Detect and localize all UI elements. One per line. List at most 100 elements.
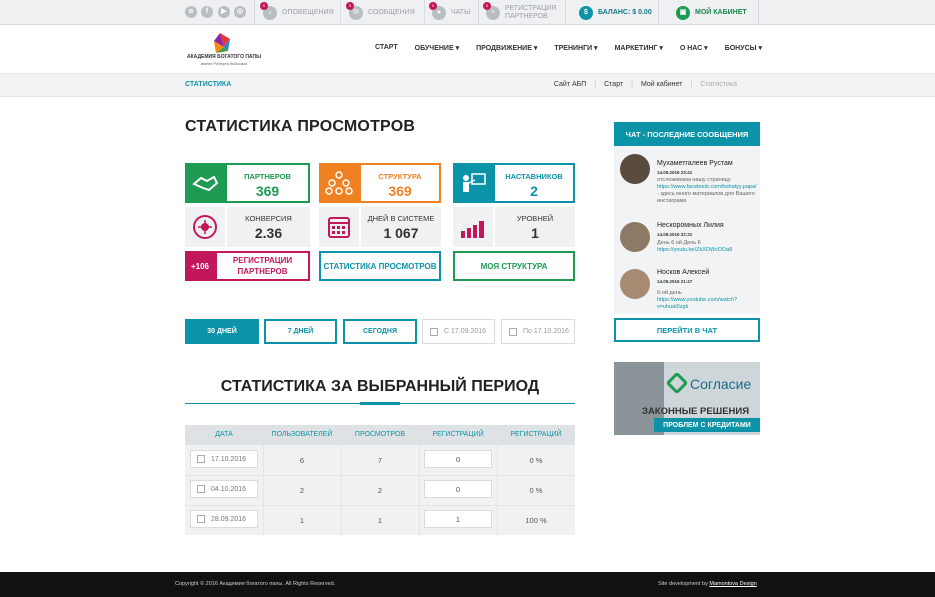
breadcrumb-site[interactable]: Сайт АБП bbox=[554, 81, 586, 88]
cabinet-icon: ▣ bbox=[676, 5, 690, 20]
handshake-icon bbox=[185, 163, 225, 203]
days-label: ДНЕЙ В СИСТЕМЕ bbox=[367, 214, 435, 223]
date-from-input[interactable]: С 17.09.2016 bbox=[422, 319, 495, 344]
filter-7-days-button[interactable]: 7 ДНЕЙ bbox=[264, 319, 337, 344]
chat-link[interactable]: https://www.facebook.com/bohatyy.papa/ bbox=[657, 184, 757, 191]
cell-users: 2 bbox=[299, 486, 305, 495]
nav-promotion[interactable]: ПРОДВИЖЕНИЕ ▾ bbox=[476, 44, 537, 52]
notifications-badge: 0 bbox=[260, 1, 268, 10]
divider bbox=[758, 0, 759, 25]
chat-link[interactable]: https://www.youtube.com/watch?v=uhua0Izg… bbox=[657, 297, 755, 311]
chats-link[interactable]: ● 0 ЧАТЫ bbox=[429, 0, 471, 25]
mentors-label: НАСТАВНИКОВ bbox=[505, 172, 563, 181]
user-add-icon: +0 bbox=[483, 1, 500, 20]
breadcrumb-start[interactable]: Старт bbox=[604, 81, 623, 88]
chat-author: Носков Алексей bbox=[657, 269, 710, 276]
breadcrumb: Сайт АБП | Старт | Мой кабинет | Статистика bbox=[553, 81, 737, 88]
logo[interactable]: АКАДЕМИЯ БОГАТОГО ПАПЫ имени Роберта Кий… bbox=[184, 31, 264, 67]
balance[interactable]: $ БАЛАНС: $ 0.00 bbox=[565, 0, 658, 25]
chat-text: День 6 ой День 6 bbox=[657, 240, 701, 246]
calendar-icon bbox=[197, 485, 205, 493]
chat-date: 14.09.2016 21:47 bbox=[657, 279, 693, 284]
bar-levels-icon bbox=[453, 207, 493, 247]
period-title: СТАТИСТИКА ЗА ВЫБРАННЫЙ ПЕРИОД bbox=[220, 378, 540, 395]
page-title: СТАТИСТИКА ПРОСМОТРОВ bbox=[185, 118, 416, 135]
th-users: ПОЛЬЗОВАТЕЛЕЙ bbox=[271, 431, 333, 438]
notifications-link[interactable]: ♪ 0 ОПОВЕЩЕНИЯ bbox=[260, 0, 334, 25]
partners-stat[interactable]: ПАРТНЕРОВ 369 bbox=[225, 163, 310, 203]
go-to-chat-button[interactable]: ПЕРЕЙТИ В ЧАТ bbox=[614, 318, 760, 342]
registrations-line1: РЕГИСТРАЦИЯ bbox=[505, 4, 557, 12]
registrations-button[interactable]: РЕГИСТРАЦИИ ПАРТНЕРОВ bbox=[215, 251, 310, 281]
divider bbox=[478, 0, 479, 25]
messages-badge: 0 bbox=[346, 1, 354, 10]
dev-link[interactable]: Mamontova Design bbox=[709, 581, 756, 587]
partners-value: 369 bbox=[255, 183, 280, 199]
dev-credit: Site development by Mamontova Design bbox=[658, 581, 757, 587]
table-row-date: 28.09.2016 bbox=[190, 510, 258, 528]
registrations-link[interactable]: +0 РЕГИСТРАЦИЯ ПАРТНЕРОВ bbox=[483, 0, 557, 25]
facebook-icon[interactable]: f bbox=[201, 6, 213, 18]
mentors-value: 2 bbox=[530, 183, 538, 199]
date-to-input[interactable]: По 17.10.2016 bbox=[501, 319, 575, 344]
nav-bonuses[interactable]: БОНУСЫ ▾ bbox=[725, 44, 762, 52]
date-to-value: По 17.10.2016 bbox=[523, 328, 569, 335]
wallet-icon: $ bbox=[579, 5, 593, 20]
mentors-stat[interactable]: НАСТАВНИКОВ 2 bbox=[493, 163, 575, 203]
nav-start[interactable]: СТАРТ bbox=[375, 44, 398, 52]
avatar bbox=[620, 269, 650, 299]
chats-badge: 0 bbox=[429, 1, 437, 10]
days-value: 1 067 bbox=[383, 225, 419, 241]
vk-icon[interactable]: в bbox=[185, 6, 197, 18]
cell-views: 2 bbox=[377, 486, 383, 495]
nav-education[interactable]: ОБУЧЕНИЕ ▾ bbox=[415, 44, 459, 52]
ad-brand: Согласие bbox=[690, 376, 752, 392]
th-registrations-pct: РЕГИСТРАЦИЙ bbox=[510, 431, 562, 438]
title-accent bbox=[360, 402, 400, 405]
notifications-label: ОПОВЕЩЕНИЯ bbox=[282, 9, 334, 16]
my-structure-button[interactable]: МОЯ СТРУКТУРА bbox=[453, 251, 575, 281]
instagram-icon[interactable]: ◎ bbox=[234, 6, 246, 18]
chat-text: - здесь много материалов для Вашего инст… bbox=[657, 191, 755, 204]
th-views: ПРОСМОТРОВ bbox=[354, 431, 406, 438]
copyright: Copyright © 2016 Академия богатого папы.… bbox=[175, 581, 336, 587]
view-stats-button[interactable]: СТАТИСТИКА ПРОСМОТРОВ bbox=[319, 251, 441, 281]
calendar-icon bbox=[197, 455, 205, 463]
logo-title: АКАДЕМИЯ БОГАТОГО ПАПЫ bbox=[187, 54, 261, 60]
date-from-value: С 17.09.2016 bbox=[444, 328, 487, 335]
nav-marketing[interactable]: МАРКЕТИНГ ▾ bbox=[615, 44, 663, 52]
main-nav: СТАРТ ОБУЧЕНИЕ ▾ ПРОДВИЖЕНИЕ ▾ ТРЕНИНГИ … bbox=[375, 44, 779, 52]
divider bbox=[340, 0, 341, 25]
filter-30-days-button[interactable]: 30 ДНЕЙ bbox=[185, 319, 259, 344]
cell-users: 6 bbox=[299, 456, 305, 465]
breadcrumb-cabinet[interactable]: Мой кабинет bbox=[641, 81, 682, 88]
chat-link[interactable]: https://youtu.be/ZkXDWcDOa8 bbox=[657, 247, 755, 254]
structure-stat[interactable]: СТРУКТУРА 369 bbox=[359, 163, 441, 203]
nav-about[interactable]: О НАС ▾ bbox=[680, 44, 708, 52]
nav-trainings[interactable]: ТРЕНИНГИ ▾ bbox=[554, 44, 597, 52]
conversion-label: КОНВЕРСИЯ bbox=[245, 214, 292, 223]
youtube-icon[interactable]: ▶ bbox=[218, 6, 230, 18]
filter-today-button[interactable]: СЕГОДНЯ bbox=[343, 319, 417, 344]
calendar-icon bbox=[430, 327, 438, 336]
conversion-value: 2.36 bbox=[254, 225, 283, 241]
ad-banner[interactable]: Согласие ЗАКОННЫЕ РЕШЕНИЯ ПРОБЛЕМ С КРЕД… bbox=[614, 362, 760, 435]
chat-author: Мухаметгалеев Рустам bbox=[657, 160, 733, 167]
registrations-line2: ПАРТНЕРОВ bbox=[505, 12, 548, 20]
messages-link[interactable]: ✉ 0 СООБЩЕНИЯ bbox=[346, 0, 415, 25]
chat-date: 14.09.2016 23:41 bbox=[657, 170, 693, 175]
conversion-stat: КОНВЕРСИЯ 2.36 bbox=[227, 207, 310, 247]
calendar-icon bbox=[197, 515, 205, 523]
registrations-badge: 0 bbox=[483, 1, 491, 10]
divider bbox=[424, 0, 425, 25]
row-divider bbox=[185, 475, 575, 476]
partners-label: ПАРТНЕРОВ bbox=[244, 172, 291, 181]
chats-label: ЧАТЫ bbox=[451, 9, 471, 16]
calendar-icon bbox=[319, 207, 359, 247]
my-cabinet-link[interactable]: ▣ МОЙ КАБИНЕТ bbox=[658, 0, 758, 25]
col-divider bbox=[419, 445, 420, 535]
balance-label: БАЛАНС: $ 0.00 bbox=[598, 9, 652, 16]
conversion-icon bbox=[185, 207, 225, 247]
calendar-icon bbox=[509, 327, 517, 336]
cell-registrations-pct: 0 % bbox=[529, 456, 543, 465]
